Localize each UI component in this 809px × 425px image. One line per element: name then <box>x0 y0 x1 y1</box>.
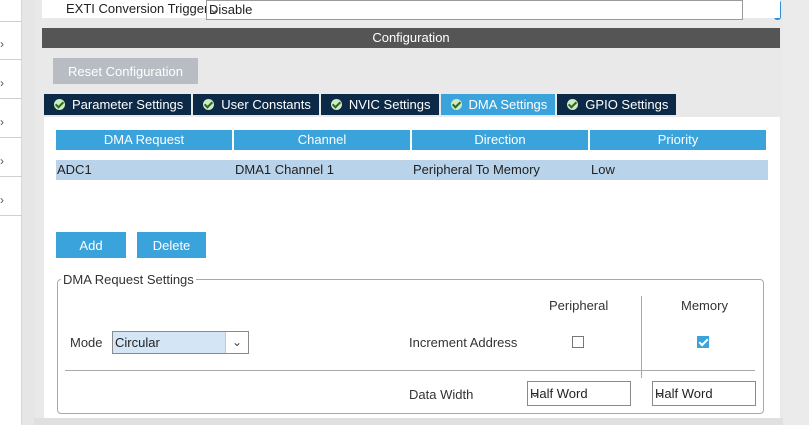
chevron-right-icon[interactable]: › <box>0 115 12 129</box>
chevron-right-icon[interactable]: › <box>0 193 12 207</box>
chevron-down-icon: ⌄ <box>655 386 666 400</box>
tree-divider <box>0 21 22 22</box>
memory-data-width-select[interactable]: Half Word ⌄ <box>652 381 756 406</box>
chevron-down-icon: ⌄ <box>209 2 220 16</box>
delete-button[interactable]: Delete <box>137 232 206 258</box>
check-circle-icon <box>567 99 579 110</box>
tab-label: Parameter Settings <box>72 97 184 112</box>
chevron-down-icon: ⌄ <box>530 386 541 400</box>
tab-label: GPIO Settings <box>585 97 669 112</box>
tree-divider <box>0 176 22 177</box>
cell-dma-request: ADC1 <box>57 162 92 177</box>
chevron-right-icon[interactable]: › <box>0 76 12 90</box>
settings-tabs: Parameter Settings User Constants NVIC S… <box>44 94 678 115</box>
tab-user-constants[interactable]: User Constants <box>193 94 319 115</box>
chevron-right-icon[interactable]: › <box>0 154 12 168</box>
tree-divider <box>0 98 22 99</box>
tab-nvic-settings[interactable]: NVIC Settings <box>320 94 439 115</box>
dma-table-header: DMA Request Channel Direction Priority <box>56 130 768 150</box>
tab-label: NVIC Settings <box>348 97 431 112</box>
tab-label: User Constants <box>221 97 311 112</box>
dma-request-settings-legend: DMA Request Settings <box>61 272 196 287</box>
tree-panel: › › › › › <box>0 0 22 425</box>
configuration-header: Configuration <box>42 28 780 48</box>
tab-gpio-settings[interactable]: GPIO Settings <box>557 94 677 115</box>
bottom-scrollbar[interactable] <box>34 418 783 425</box>
check-circle-icon <box>450 99 462 110</box>
peripheral-header: Peripheral <box>549 298 609 313</box>
reset-configuration-button[interactable]: Reset Configuration <box>53 58 198 84</box>
cell-direction: Peripheral To Memory <box>413 162 540 177</box>
tab-parameter-settings[interactable]: Parameter Settings <box>44 94 192 115</box>
column-header-direction[interactable]: Direction <box>412 130 588 150</box>
table-row[interactable]: ADC1 DMA1 Channel 1 Peripheral To Memory… <box>56 160 768 180</box>
tree-divider <box>0 215 22 216</box>
cell-channel: DMA1 Channel 1 <box>235 162 334 177</box>
column-header-channel[interactable]: Channel <box>234 130 410 150</box>
tree-divider <box>0 59 22 60</box>
column-divider <box>641 296 642 378</box>
trigger-select[interactable]: Disable ⌄ <box>206 0 743 20</box>
check-circle-icon <box>203 99 215 110</box>
column-header-priority[interactable]: Priority <box>590 130 766 150</box>
data-width-label: Data Width <box>409 387 474 402</box>
add-button[interactable]: Add <box>56 232 126 258</box>
check-circle-icon <box>54 99 65 110</box>
check-circle-icon <box>330 99 342 110</box>
tab-label: DMA Settings <box>468 97 548 112</box>
left-splitter[interactable] <box>22 0 34 425</box>
cell-priority: Low <box>591 162 615 177</box>
peripheral-data-width-select[interactable]: Half Word ⌄ <box>527 381 631 406</box>
tab-dma-settings[interactable]: DMA Settings <box>440 94 556 115</box>
column-header-dma-request[interactable]: DMA Request <box>56 130 232 150</box>
trigger-label: EXTI Conversion Trigger <box>66 1 209 16</box>
mode-select-value: Circular <box>115 335 160 350</box>
right-gutter <box>783 0 809 425</box>
memory-header: Memory <box>681 298 728 313</box>
mode-label: Mode <box>70 335 103 350</box>
settings-divider <box>65 370 755 371</box>
tree-divider <box>0 137 22 138</box>
memory-increment-checkbox[interactable] <box>697 336 709 348</box>
chevron-right-icon[interactable]: › <box>0 37 12 51</box>
increment-address-label: Increment Address <box>409 335 518 350</box>
mode-select[interactable]: Circular ⌄ <box>112 331 249 354</box>
chevron-down-icon: ⌄ <box>225 332 248 353</box>
peripheral-increment-checkbox[interactable] <box>572 336 584 348</box>
